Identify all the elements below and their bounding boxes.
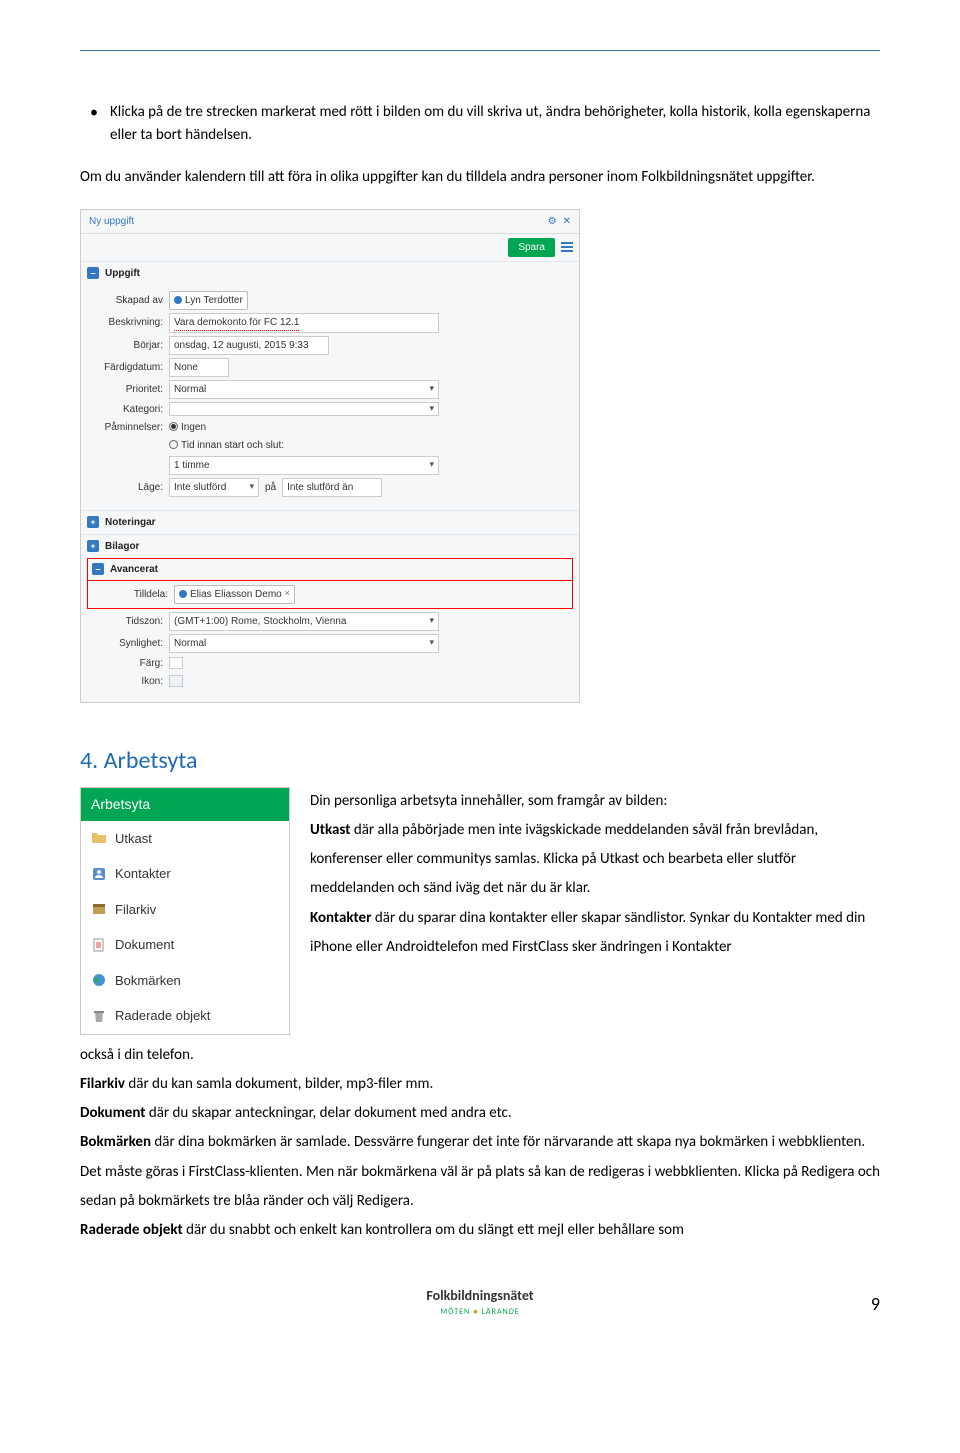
globe-icon bbox=[91, 972, 107, 988]
label-beskrivning: Beskrivning: bbox=[87, 315, 163, 330]
sidebar-item-dokument[interactable]: Dokument bbox=[81, 927, 289, 963]
advanced-form: Tidszon: (GMT+1:00) Rome, Stockholm, Vie… bbox=[81, 612, 579, 702]
icon-swatch[interactable] bbox=[169, 675, 183, 687]
save-button[interactable]: Spara bbox=[508, 238, 555, 257]
author-chip[interactable]: Lyn Terdotter bbox=[169, 291, 248, 310]
sidebar-item-bokmarken[interactable]: Bokmärken bbox=[81, 963, 289, 999]
contacts-icon bbox=[91, 866, 107, 882]
start-field[interactable]: onsdag, 12 augusti, 2015 9:33 bbox=[169, 336, 329, 355]
visibility-select[interactable]: Normal bbox=[169, 634, 439, 653]
phone-suffix: också i din telefon. bbox=[80, 1041, 880, 1070]
label-pa: på bbox=[265, 480, 276, 495]
label-farg: Färg: bbox=[87, 656, 163, 671]
task-dialog: Ny uppgift ⚙ ✕ Spara – Uppgift Skapad av… bbox=[80, 209, 580, 703]
menu-icon[interactable] bbox=[561, 242, 573, 252]
timezone-select[interactable]: (GMT+1:00) Rome, Stockholm, Vienna bbox=[169, 612, 439, 631]
label-skapad-av: Skapad av bbox=[87, 293, 163, 308]
section-bilagor[interactable]: + Bilagor bbox=[81, 534, 579, 558]
section-uppgift[interactable]: – Uppgift bbox=[81, 261, 579, 285]
uppgift-form: Skapad av Lyn Terdotter Beskrivning: Var… bbox=[81, 285, 579, 510]
body-continued: också i din telefon. Filarkiv där du kan… bbox=[80, 1041, 880, 1246]
reminder-time-select[interactable]: 1 timme bbox=[169, 456, 439, 475]
footer-brand: Folkbildningsnätet bbox=[80, 1285, 880, 1306]
page-number: 9 bbox=[871, 1291, 880, 1318]
toolbar: Spara bbox=[81, 234, 579, 261]
intro-line: Din personliga arbetsyta innehåller, som… bbox=[310, 787, 880, 816]
folder-icon bbox=[91, 830, 107, 846]
close-icon[interactable]: ✕ bbox=[563, 214, 571, 229]
status-field-2[interactable]: Inte slutförd än bbox=[282, 478, 382, 497]
header-divider bbox=[80, 50, 880, 51]
color-swatch[interactable] bbox=[169, 657, 183, 669]
sidebar-item-filarkiv[interactable]: Filarkiv bbox=[81, 892, 289, 928]
trash-icon bbox=[91, 1008, 107, 1024]
label-fardigdatum: Färdigdatum: bbox=[87, 360, 163, 375]
raderade-para: Raderade objekt där du snabbt och enkelt… bbox=[80, 1216, 880, 1245]
label-tidszon: Tidszon: bbox=[87, 614, 163, 629]
utkast-para: Utkast där alla påbörjade men inte ivägs… bbox=[310, 816, 880, 904]
avatar-icon bbox=[179, 590, 187, 598]
assignee-chip[interactable]: Elias Eliasson Demo× bbox=[174, 585, 295, 604]
sidebar-item-kontakter[interactable]: Kontakter bbox=[81, 856, 289, 892]
section-noteringar[interactable]: + Noteringar bbox=[81, 510, 579, 534]
category-select[interactable] bbox=[169, 402, 439, 416]
collapse-icon: – bbox=[92, 563, 104, 575]
label-prioritet: Prioritet: bbox=[87, 382, 163, 397]
kontakter-para: Kontakter där du sparar dina kontakter e… bbox=[310, 904, 880, 963]
status-select-1[interactable]: Inte slutförd bbox=[169, 478, 259, 497]
priority-select[interactable]: Normal bbox=[169, 380, 439, 399]
filarkiv-para: Filarkiv där du kan samla dokument, bild… bbox=[80, 1070, 880, 1099]
dialog-header: Ny uppgift ⚙ ✕ bbox=[81, 210, 579, 234]
label-kategori: Kategori: bbox=[87, 402, 163, 417]
reminder-option-none[interactable]: Ingen bbox=[169, 420, 206, 435]
section-heading: 4. Arbetsyta bbox=[80, 743, 880, 779]
label-ikon: Ikon: bbox=[87, 674, 163, 689]
page-footer: Folkbildningsnätet MÖTEN ● LÄRANDE 9 bbox=[80, 1285, 880, 1318]
label-synlighet: Synlighet: bbox=[87, 636, 163, 651]
dialog-title: Ny uppgift bbox=[89, 214, 134, 229]
bullet-list: Klicka på de tre strecken markerat med r… bbox=[80, 101, 880, 146]
expand-icon: + bbox=[87, 540, 99, 552]
expand-icon: + bbox=[87, 516, 99, 528]
dokument-para: Dokument där du skapar anteckningar, del… bbox=[80, 1099, 880, 1128]
sidebar-item-utkast[interactable]: Utkast bbox=[81, 821, 289, 857]
sidebar-item-raderade[interactable]: Raderade objekt bbox=[81, 998, 289, 1034]
remove-chip-icon[interactable]: × bbox=[285, 587, 290, 601]
reminder-option-time[interactable]: Tid innan start och slut: bbox=[169, 438, 284, 453]
bokmarken-para: Bokmärken där dina bokmärken är samlade.… bbox=[80, 1128, 880, 1216]
arbetsyta-header: Arbetsyta bbox=[81, 788, 289, 821]
label-borjar: Börjar: bbox=[87, 338, 163, 353]
label-tilldela: Tilldela: bbox=[92, 587, 168, 602]
description-text: Din personliga arbetsyta innehåller, som… bbox=[310, 787, 880, 963]
description-field[interactable]: Vara demokonto för FC 12.1 bbox=[169, 313, 439, 333]
section-avancerat[interactable]: – Avancerat bbox=[87, 558, 573, 581]
label-paminnelser: Påminnelser: bbox=[87, 420, 163, 435]
due-field[interactable]: None bbox=[169, 358, 229, 377]
archive-icon bbox=[91, 901, 107, 917]
assign-row-highlighted: Tilldela: Elias Eliasson Demo× bbox=[87, 581, 573, 609]
intro-paragraph: Om du använder kalendern till att föra i… bbox=[80, 166, 880, 189]
document-icon bbox=[91, 937, 107, 953]
gear-icon[interactable]: ⚙ bbox=[548, 214, 557, 229]
collapse-icon: – bbox=[87, 267, 99, 279]
avatar-icon bbox=[174, 296, 182, 304]
footer-tagline: MÖTEN ● LÄRANDE bbox=[80, 1306, 880, 1318]
arbetsyta-panel: Arbetsyta Utkast Kontakter Filarkiv Doku… bbox=[80, 787, 290, 1035]
label-lage: Läge: bbox=[87, 480, 163, 495]
bullet-item: Klicka på de tre strecken markerat med r… bbox=[80, 101, 880, 146]
